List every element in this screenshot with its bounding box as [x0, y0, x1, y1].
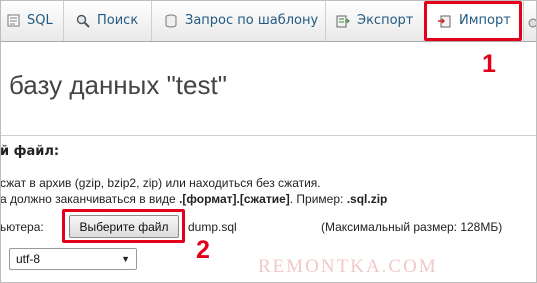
chevron-down-icon: ▼ [121, 254, 130, 264]
phpmyadmin-import-page: SQL Поиск Запрос по шаблону Экспорт Импо… [0, 0, 537, 283]
tab-query-template-label: Запрос по шаблону [185, 13, 319, 28]
tab-export-label: Экспорт [357, 13, 414, 28]
sql-icon [6, 14, 20, 28]
more-tabs-icon [524, 14, 537, 28]
upload-section-title: й файл: [0, 144, 60, 159]
tab-search[interactable]: Поиск [64, 0, 152, 41]
browse-label: ьютера: [0, 220, 44, 234]
page-title: базу данных "test" [9, 70, 227, 100]
desc2-mid: . Пример: [289, 192, 347, 206]
annotation-marker-2: 2 [196, 236, 210, 264]
query-template-icon [164, 14, 178, 28]
selected-file-name: dump.sql [188, 220, 237, 234]
desc2-pre: а должно заканчиваться в виде [0, 192, 180, 206]
desc2-example: .sql.zip [346, 192, 388, 206]
tab-search-label: Поиск [97, 13, 139, 28]
tab-more[interactable] [524, 0, 537, 41]
charset-value: utf-8 [16, 252, 41, 266]
desc2-format: .[формат].[сжатие] [179, 192, 290, 206]
annotation-marker-1: 1 [482, 50, 496, 78]
watermark: REMONTKA.COM [258, 256, 438, 277]
max-upload-size: (Максимальный размер: 128МБ) [321, 220, 503, 234]
import-tab-highlight [424, 1, 522, 41]
tab-query-template[interactable]: Запрос по шаблону [152, 0, 326, 41]
upload-description-line2: а должно заканчиваться в виде .[формат].… [0, 192, 387, 206]
tab-sql[interactable]: SQL [0, 0, 64, 41]
charset-select[interactable]: utf-8 ▼ [9, 248, 137, 270]
search-icon [76, 14, 90, 28]
tab-export[interactable]: Экспорт [326, 0, 426, 41]
choose-file-highlight [62, 209, 185, 243]
export-icon [336, 14, 350, 28]
tab-sql-label: SQL [27, 13, 53, 28]
section-divider [0, 135, 537, 136]
upload-description-line1: сжат в архив (gzip, bzip2, zip) или нахо… [0, 176, 321, 190]
